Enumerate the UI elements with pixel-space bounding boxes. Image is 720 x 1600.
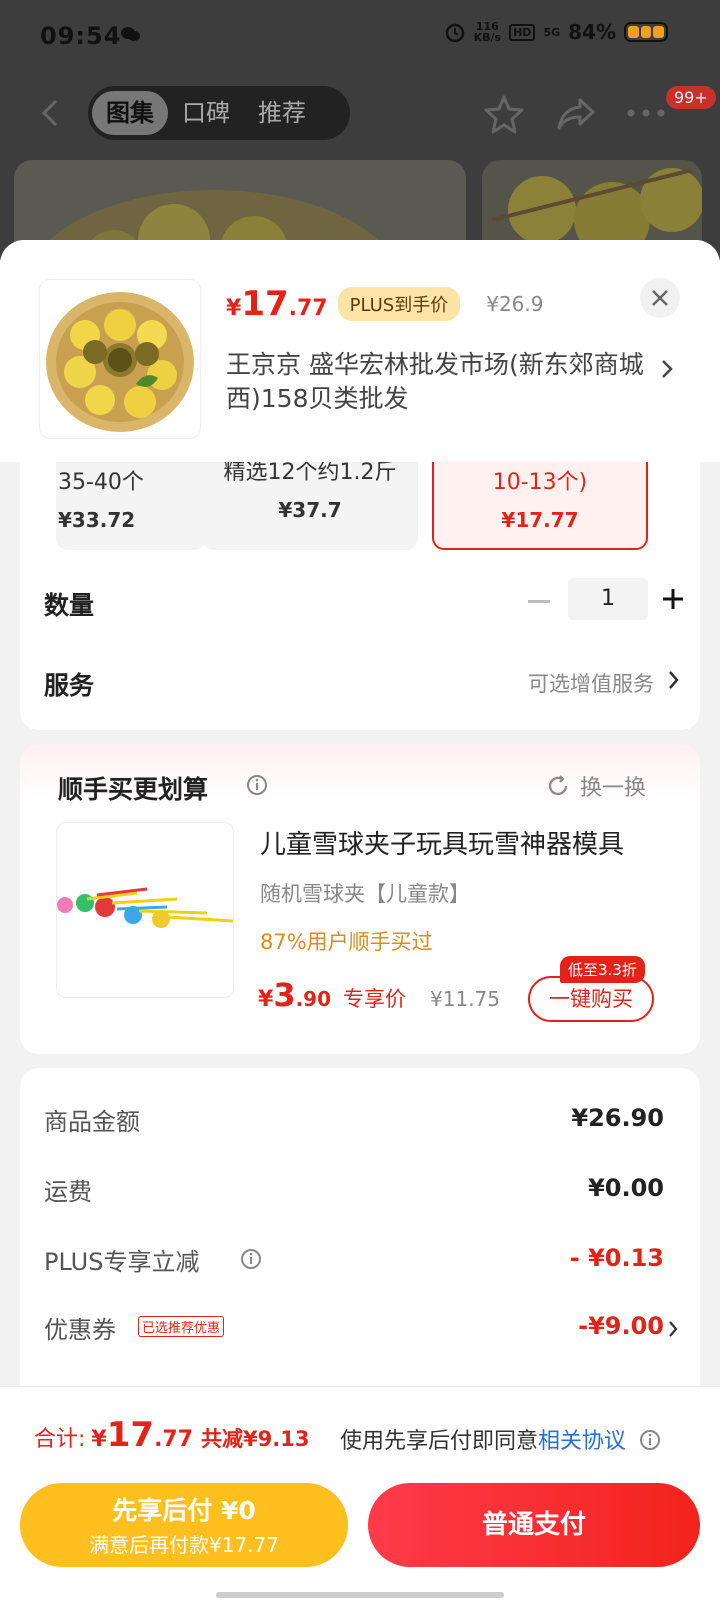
wechat-icon (121, 27, 140, 41)
recommend-product-spec: 随机雪球夹【儿童款】 (260, 882, 470, 906)
back-icon[interactable] (38, 98, 62, 128)
swap-button[interactable]: 换一换 (546, 770, 646, 802)
summary-row-plus-discount: PLUS专享立减 - ¥0.13 (44, 1244, 664, 1276)
purchase-sheet: ¥ 17 .77 PLUS到手价 ¥26.9 王京京 盛华宏林批发市场(新东郊商… (0, 240, 720, 1600)
info-icon[interactable] (639, 1429, 661, 1451)
summary-row-coupon[interactable]: 优惠券 已选推荐优惠 -¥9.00 (44, 1310, 678, 1350)
recommend-product-image[interactable] (56, 822, 234, 998)
service-row[interactable]: 服务 可选增值服务 (44, 652, 684, 708)
options-card: 35-40个 ¥33.72 精选12个约1.2斤 ¥37.7 10-13个) ¥… (20, 460, 700, 730)
sheet-header: ¥ 17 .77 PLUS到手价 ¥26.9 王京京 盛华宏林批发市场(新东郊商… (0, 240, 720, 462)
refresh-icon (548, 775, 568, 795)
status-time: 09:54 (40, 22, 122, 50)
product-price: ¥ 17 .77 PLUS到手价 ¥26.9 (226, 284, 544, 324)
plus-price-tag: PLUS到手价 (337, 287, 461, 321)
summary-row-goods: 商品金额 ¥26.90 (44, 1104, 664, 1136)
quantity-stepper[interactable]: 1 (568, 578, 648, 620)
top-nav: 图集 口碑 推荐 99+ (0, 80, 720, 150)
chevron-right-icon (669, 671, 679, 689)
network-speed: 116 KB/s (473, 20, 502, 44)
close-button[interactable] (640, 278, 680, 318)
signal-5g-icon: 5G (543, 25, 561, 39)
recommend-buyers-rate: 87%用户顺手买过 (260, 930, 433, 954)
home-indicator[interactable] (216, 1592, 504, 1598)
recommend-card: 顺手买更划算 换一换 儿童雪球夹子玩具玩雪神器模具 随机雪球夹【儿童款】 87%… (20, 744, 700, 1054)
recommend-product-name[interactable]: 儿童雪球夹子玩具玩雪神器模具 (260, 824, 624, 861)
message-badge: 99+ (666, 86, 716, 109)
close-icon (652, 290, 668, 306)
gallery-tabs: 图集 口碑 推荐 (88, 86, 350, 140)
discount-badge: 低至3.3折 (560, 956, 645, 983)
spec-option[interactable]: 35-40个 ¥33.72 (56, 462, 206, 550)
recommend-title: 顺手买更划算 (58, 775, 209, 804)
tab-recommend[interactable]: 推荐 (244, 91, 320, 135)
tab-reviews[interactable]: 口碑 (168, 91, 244, 135)
status-bar: 09:54 116 KB/s HD 5G 84% (0, 0, 720, 76)
recommend-price: ¥ 3 .90 专享价 ¥11.75 (258, 976, 500, 1014)
total-saved: 共减¥9.13 (201, 1427, 310, 1451)
pay-later-button[interactable]: 先享后付 ¥0 满意后再付款¥17.77 (20, 1483, 348, 1567)
alarm-icon (445, 23, 464, 43)
spec-option-selected[interactable]: 10-13个) ¥17.77 (432, 462, 648, 550)
coupon-tag: 已选推荐优惠 (138, 1316, 225, 1337)
tab-gallery[interactable]: 图集 (92, 91, 168, 135)
favorite-star-icon[interactable] (484, 94, 524, 134)
battery-icon (624, 22, 668, 42)
plus-icon[interactable] (662, 588, 684, 610)
spec-option[interactable]: 精选12个约1.2斤 ¥37.7 (202, 460, 418, 550)
info-icon[interactable] (246, 774, 268, 796)
price-summary-card: 商品金额 ¥26.90 运费 ¥0.00 PLUS专享立减 - ¥0.13 优惠… (20, 1068, 700, 1408)
info-icon[interactable] (240, 1248, 262, 1270)
service-label: 服务 (44, 671, 95, 700)
order-total: 合计: ¥ 17 .77 共减¥9.13 (34, 1415, 310, 1455)
product-thumbnail (40, 280, 200, 438)
chevron-right-icon (669, 1321, 678, 1337)
summary-row-shipping: 运费 ¥0.00 (44, 1174, 664, 1206)
checkout-bar: 合计: ¥ 17 .77 共减¥9.13 使用先享后付即同意相关协议 先享后付 … (0, 1386, 720, 1600)
agreement-text: 使用先享后付即同意相关协议 (340, 1423, 661, 1455)
original-price: ¥26.9 (486, 292, 544, 316)
more-icon[interactable] (626, 108, 666, 118)
quantity-label: 数量 (44, 591, 95, 620)
recommend-original-price: ¥11.75 (430, 987, 500, 1011)
pay-normal-button[interactable]: 普通支付 (368, 1483, 700, 1567)
store-name[interactable]: 王京京 盛华宏林批发市场(新东郊商城西)158贝类批发 (226, 348, 646, 416)
service-value: 可选增值服务 (528, 672, 654, 696)
battery-percent: 84% (568, 20, 616, 44)
agreement-link[interactable]: 相关协议 (538, 1429, 626, 1454)
quantity-row: 数量 1 (44, 572, 684, 632)
chevron-right-icon (662, 360, 673, 378)
hd-indicator: HD (509, 23, 536, 41)
share-icon[interactable] (556, 96, 596, 132)
minus-icon[interactable] (528, 600, 550, 603)
